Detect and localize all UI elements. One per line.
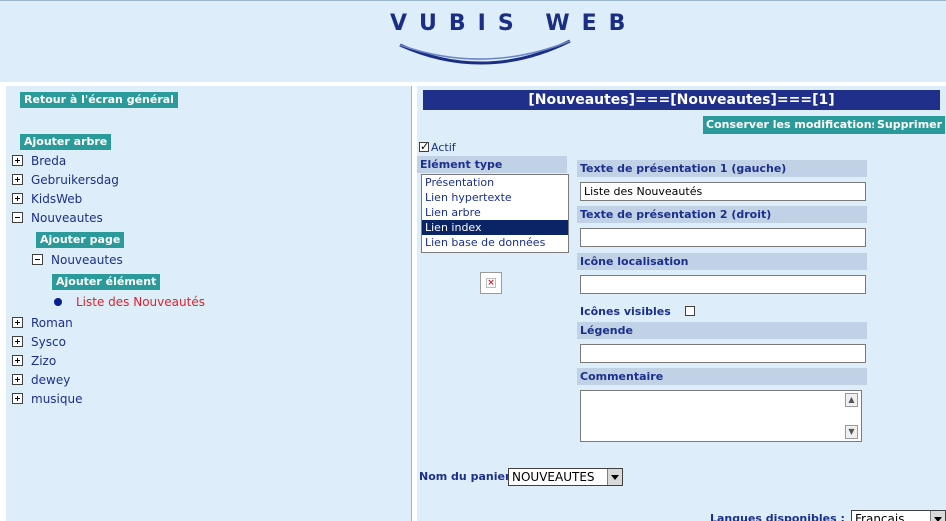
comment-label: Commentaire xyxy=(577,368,867,385)
text2-field[interactable] xyxy=(580,228,866,247)
add-page-button[interactable]: Ajouter page xyxy=(36,232,125,248)
element-type-option[interactable]: Lien arbre xyxy=(422,205,568,220)
save-changes-button[interactable]: Conserver les modifications xyxy=(703,116,882,134)
tree-item-musique[interactable]: musique xyxy=(12,391,83,407)
tree-element-liste-des-nouveautes[interactable]: Liste des Nouveautés xyxy=(54,294,205,310)
element-type-option-selected[interactable]: Lien index xyxy=(422,220,568,235)
tree-item-roman[interactable]: Roman xyxy=(12,315,73,331)
expand-icon[interactable] xyxy=(12,336,23,347)
tree-item-breda[interactable]: Breda xyxy=(12,153,66,169)
back-to-main-button[interactable]: Retour à l'écran général xyxy=(20,92,178,108)
element-type-label: Elément type xyxy=(417,156,567,173)
text1-label: Texte de présentation 1 (gauche) xyxy=(577,160,867,177)
icons-visible-checkbox[interactable] xyxy=(685,306,695,316)
header-banner: VUBIS WEB xyxy=(0,0,946,82)
text1-field[interactable]: Liste des Nouveautés xyxy=(580,182,866,201)
vubis-web-logo: VUBIS WEB xyxy=(390,11,625,73)
broken-image-icon: × xyxy=(480,272,502,294)
add-tree-button[interactable]: Ajouter arbre xyxy=(20,134,112,150)
expand-icon[interactable] xyxy=(12,393,23,404)
element-editor-panel: [Nouveautes]===[Nouveautes]===[1] Conser… xyxy=(417,86,946,521)
page-title: [Nouveautes]===[Nouveautes]===[1] xyxy=(423,90,940,110)
legend-field[interactable] xyxy=(580,344,866,363)
expand-icon[interactable] xyxy=(12,193,23,204)
expand-icon[interactable] xyxy=(12,174,23,185)
icon-location-label: Icône localisation xyxy=(577,253,867,270)
tree-item-dewey[interactable]: dewey xyxy=(12,372,70,388)
icons-visible-label: Icônes visibles xyxy=(580,305,671,318)
expand-icon[interactable] xyxy=(12,374,23,385)
collapse-icon[interactable] xyxy=(32,254,43,265)
scroll-down-icon[interactable]: ▼ xyxy=(845,425,858,439)
tree-item-gebruikersdag[interactable]: Gebruikersdag xyxy=(12,172,119,188)
tree-item-zizo[interactable]: Zizo xyxy=(12,353,56,369)
actif-checkbox[interactable] xyxy=(419,139,429,155)
element-type-option[interactable]: Lien base de données xyxy=(422,235,568,250)
add-element-button[interactable]: Ajouter élément xyxy=(52,274,161,290)
comment-textarea[interactable]: ▲ ▼ xyxy=(580,390,862,442)
collapse-icon[interactable] xyxy=(12,212,23,223)
delete-button[interactable]: Supprimer xyxy=(874,116,946,134)
legend-label: Légende xyxy=(577,322,867,339)
tree-item-nouveautes[interactable]: Nouveautes xyxy=(12,210,103,226)
element-type-option[interactable]: Présentation xyxy=(422,175,568,190)
language-select[interactable]: Français xyxy=(851,510,946,521)
tree-item-kidsweb[interactable]: KidsWeb xyxy=(12,191,82,207)
text2-label: Texte de présentation 2 (droit) xyxy=(577,206,867,223)
expand-icon[interactable] xyxy=(12,155,23,166)
bullet-icon xyxy=(54,298,62,306)
dropdown-arrow-icon[interactable] xyxy=(930,511,945,521)
scroll-up-icon[interactable]: ▲ xyxy=(845,393,858,407)
tree-item-sysco[interactable]: Sysco xyxy=(12,334,66,350)
page: VUBIS WEB Retour à l'écran général Ajout… xyxy=(0,0,946,521)
basket-name-select[interactable]: NOUVEAUTES xyxy=(508,468,623,486)
logo-swoosh-icon xyxy=(399,39,571,65)
basket-name-label: Nom du panier xyxy=(419,470,511,483)
actif-checkbox-row[interactable]: Actif xyxy=(419,139,456,156)
tree-page-nouveautes[interactable]: Nouveautes xyxy=(32,252,123,268)
expand-icon[interactable] xyxy=(12,317,23,328)
expand-icon[interactable] xyxy=(12,355,23,366)
tree-panel: Retour à l'écran général Ajouter arbre B… xyxy=(6,86,411,521)
icon-location-field[interactable] xyxy=(580,275,866,294)
languages-label: Langues disponibles : xyxy=(710,512,845,521)
dropdown-arrow-icon[interactable] xyxy=(607,469,622,485)
element-type-option[interactable]: Lien hypertexte xyxy=(422,190,568,205)
element-type-list[interactable]: Présentation Lien hypertexte Lien arbre … xyxy=(421,174,569,253)
